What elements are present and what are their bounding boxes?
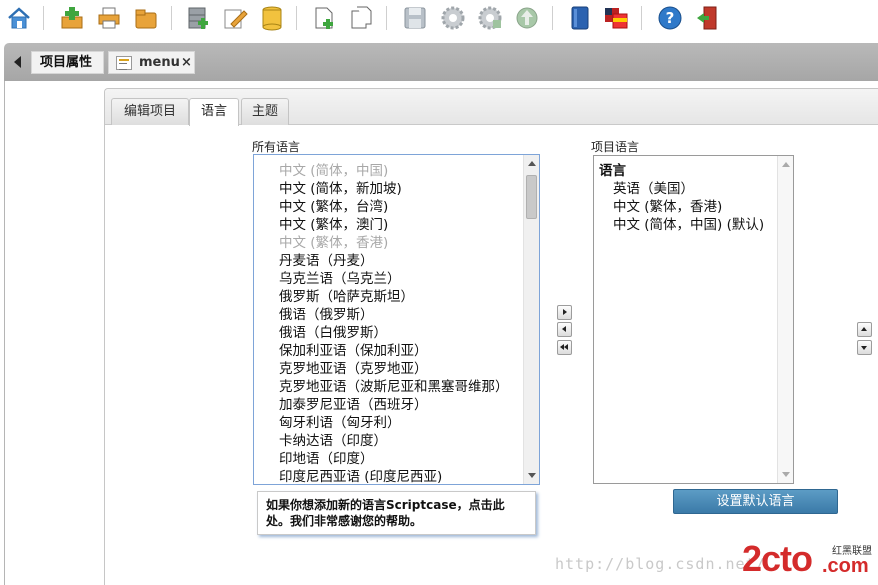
list-item[interactable]: 中文 (繁体，香港): [613, 195, 722, 215]
tab-theme[interactable]: 主题: [241, 98, 289, 125]
list-item[interactable]: 中文 (简体，中国) (默认): [613, 213, 764, 233]
project-languages-list[interactable]: 语言 英语（美国） 中文 (繁体，香港) 中文 (简体，中国) (默认): [593, 155, 794, 484]
tab-label: 项目属性: [40, 55, 93, 70]
scroll-thumb[interactable]: [526, 175, 537, 219]
list-scrollbar[interactable]: [777, 156, 793, 483]
list-item[interactable]: 英语（美国）: [613, 177, 694, 197]
list-item[interactable]: 匈牙利语（匈牙利）: [279, 411, 401, 431]
export-icon[interactable]: [514, 5, 540, 31]
add-icon[interactable]: [59, 5, 85, 31]
scroll-up-icon[interactable]: [528, 161, 536, 166]
list-item[interactable]: 保加利亚语（保加利亚）: [279, 339, 428, 359]
add-language-help-link[interactable]: 如果你想添加新的语言Scriptcase，点击此处。我们非常感谢您的帮助。: [257, 491, 536, 535]
print-icon[interactable]: [96, 5, 122, 31]
main-toolbar: ?: [0, 0, 878, 40]
list-item[interactable]: 克罗地亚语（克罗地亚）: [279, 357, 428, 377]
arrow-right-icon: [563, 309, 567, 315]
list-item[interactable]: 中文 (简体，中国): [279, 159, 388, 179]
logo-suffix: .com: [822, 555, 869, 577]
tab-scroll-left-icon[interactable]: [14, 56, 21, 68]
list-item[interactable]: 中文 (繁体，香港): [279, 231, 388, 251]
list-item[interactable]: 俄罗斯（哈萨克斯坦）: [279, 285, 414, 305]
add-language-button[interactable]: [557, 305, 572, 320]
tab-project-properties[interactable]: 项目属性: [31, 51, 104, 74]
remove-language-button[interactable]: [557, 322, 572, 337]
tab-label: menu: [139, 55, 180, 70]
home-icon[interactable]: [6, 5, 32, 31]
new-document-icon[interactable]: [311, 5, 337, 31]
copy-document-icon[interactable]: [348, 5, 374, 31]
move-up-button[interactable]: [857, 322, 872, 337]
database-add-icon[interactable]: [186, 5, 212, 31]
scroll-down-icon[interactable]: [528, 473, 536, 478]
menu-app-icon: [116, 56, 132, 70]
list-item[interactable]: 克罗地亚语（波斯尼亚和黑塞哥维那）: [279, 375, 509, 395]
settings-tabs: 编辑项目 语言 主题: [105, 89, 878, 126]
list-item[interactable]: 加泰罗尼亚语（西班牙）: [279, 393, 428, 413]
settings-icon[interactable]: [440, 5, 466, 31]
tab-language[interactable]: 语言: [189, 98, 239, 126]
language-flag-icon[interactable]: [603, 5, 629, 31]
list-item[interactable]: 印度尼西亚语 (印度尼西亚): [279, 465, 442, 484]
project-languages-label: 项目语言: [591, 140, 640, 154]
folder-icon[interactable]: [133, 5, 159, 31]
arrow-left-icon: [562, 326, 566, 332]
arrow-up-icon: [861, 327, 867, 331]
site-logo: 2cto .com 红黑联盟: [742, 538, 878, 585]
set-default-language-button[interactable]: 设置默认语言: [673, 489, 838, 514]
watermark-url: http://blog.csdn.net/: [555, 555, 766, 573]
book-icon[interactable]: [567, 5, 593, 31]
toolbar-separator: [386, 6, 387, 30]
list-item[interactable]: 丹麦语（丹麦）: [279, 249, 374, 269]
scroll-up-icon[interactable]: [782, 162, 790, 167]
toolbar-separator: [171, 6, 172, 30]
save-icon[interactable]: [402, 5, 428, 31]
tab-edit-project[interactable]: 编辑项目: [111, 98, 189, 125]
list-item[interactable]: 乌克兰语（乌克兰）: [279, 267, 401, 287]
all-languages-list[interactable]: 中文 (简体，中国) 中文 (简体，新加坡) 中文 (繁体，台湾) 中文 (繁体…: [253, 154, 540, 485]
all-languages-label: 所有语言: [252, 140, 301, 154]
move-down-button[interactable]: [857, 340, 872, 355]
list-item[interactable]: 中文 (繁体，台湾): [279, 195, 388, 215]
list-header: 语言: [599, 163, 626, 179]
settings-alt-icon[interactable]: [477, 5, 503, 31]
list-item[interactable]: 俄语（白俄罗斯）: [279, 321, 387, 341]
list-scrollbar[interactable]: [523, 155, 539, 484]
arrow-down-icon: [861, 346, 867, 350]
scroll-down-icon[interactable]: [782, 472, 790, 477]
double-arrow-left-icon-part: [564, 344, 568, 350]
project-tab-strip: 项目属性 menu ×: [4, 43, 878, 81]
toolbar-separator: [552, 6, 553, 30]
list-item[interactable]: 中文 (简体，新加坡): [279, 177, 402, 197]
help-icon[interactable]: ?: [657, 5, 683, 31]
close-tab-icon[interactable]: ×: [181, 52, 192, 73]
list-item[interactable]: 卡纳达语（印度）: [279, 429, 387, 449]
svg-text:?: ?: [666, 9, 675, 27]
logo-tagline: 红黑联盟: [832, 546, 872, 557]
toolbar-separator: [43, 6, 44, 30]
edit-icon[interactable]: [222, 5, 248, 31]
toolbar-separator: [296, 6, 297, 30]
list-item[interactable]: 俄语（俄罗斯）: [279, 303, 374, 323]
exit-icon[interactable]: [694, 5, 720, 31]
database-icon[interactable]: [259, 5, 285, 31]
toolbar-separator: [641, 6, 642, 30]
list-item[interactable]: 中文 (繁体，澳门): [279, 213, 388, 233]
logo-text: 2cto: [742, 538, 813, 579]
tab-menu[interactable]: menu ×: [108, 51, 195, 74]
remove-all-languages-button[interactable]: [557, 340, 572, 355]
list-item[interactable]: 印地语（印度）: [279, 447, 374, 467]
